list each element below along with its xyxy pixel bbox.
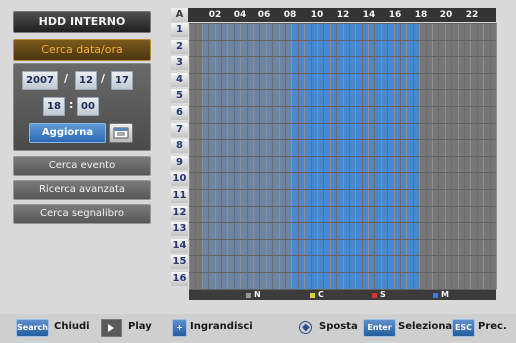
previous-label[interactable]: Prec. xyxy=(478,319,507,335)
row-label[interactable]: 1 xyxy=(171,23,188,37)
camera-group-label: A xyxy=(171,8,188,22)
grid-horizontal-line xyxy=(189,89,496,91)
timeline-grid-area[interactable] xyxy=(189,23,497,290)
move-icon xyxy=(299,321,312,334)
play-label[interactable]: Play xyxy=(128,319,152,335)
hour-label: 14 xyxy=(362,10,376,20)
legend-n-color xyxy=(246,292,251,298)
date-separator: / xyxy=(101,72,106,85)
minute-field[interactable]: 00 xyxy=(77,97,99,116)
close-label[interactable]: Chiudi xyxy=(54,319,90,335)
grid-horizontal-line xyxy=(189,56,496,58)
legend-c-color xyxy=(310,292,315,298)
hour-label: 02 xyxy=(208,10,222,20)
legend-s-color xyxy=(372,292,377,298)
hour-label: 22 xyxy=(465,10,479,20)
bottom-command-bar: Search Chiudi Play + Ingrandisci Sposta … xyxy=(0,314,516,343)
legend-m-color xyxy=(433,292,438,298)
grid-horizontal-line xyxy=(189,255,496,257)
row-label[interactable]: 3 xyxy=(171,56,188,71)
hour-label: 04 xyxy=(233,10,247,20)
legend-bar: N C S M xyxy=(189,290,496,300)
move-label: Sposta xyxy=(319,321,358,332)
grid-horizontal-line xyxy=(189,238,496,240)
update-button[interactable]: Aggiorna xyxy=(29,123,106,143)
year-field[interactable]: 2007 xyxy=(22,71,58,90)
grid-horizontal-line xyxy=(189,155,496,157)
search-key-badge[interactable]: Search xyxy=(16,319,49,337)
row-label[interactable]: 8 xyxy=(171,139,188,154)
search-event-button[interactable]: Cerca evento xyxy=(13,156,151,176)
month-field[interactable]: 12 xyxy=(75,71,97,90)
row-label[interactable]: 10 xyxy=(171,172,188,187)
row-label[interactable]: 4 xyxy=(171,72,188,87)
search-date-time-title: Cerca data/ora xyxy=(13,39,151,61)
calendar-icon-graphic xyxy=(113,127,129,139)
row-label[interactable]: 11 xyxy=(171,189,188,203)
legend-n-label: N xyxy=(254,290,261,299)
zoom-label[interactable]: Ingrandisci xyxy=(190,319,253,335)
hour-label: 12 xyxy=(336,10,350,20)
grid-horizontal-line xyxy=(189,205,496,207)
grid-horizontal-line xyxy=(189,39,496,41)
grid-horizontal-line xyxy=(189,72,496,74)
grid-horizontal-line xyxy=(189,139,496,141)
day-field[interactable]: 17 xyxy=(111,71,133,90)
legend-n: N xyxy=(246,290,261,300)
date-time-box: 2007 / 12 / 17 18 : 00 Aggiorna xyxy=(13,63,151,151)
grid-vertical-line xyxy=(496,23,497,289)
time-separator: : xyxy=(69,98,74,111)
recording-timeline-grid: A 02 04 06 08 10 12 14 16 18 20 22 1 2 3 4 5 6 7 8 9 10 11 12… xyxy=(171,8,497,300)
esc-key-badge[interactable]: ESC xyxy=(452,319,475,337)
grid-horizontal-line xyxy=(189,222,496,224)
advanced-search-button[interactable]: Ricerca avanzata xyxy=(13,180,151,200)
grid-horizontal-line xyxy=(189,172,496,174)
row-label[interactable]: 14 xyxy=(171,238,188,253)
play-icon[interactable] xyxy=(101,319,122,337)
hour-label: 18 xyxy=(414,10,428,20)
legend-c: C xyxy=(310,290,324,300)
row-label[interactable]: 13 xyxy=(171,222,188,237)
legend-m: M xyxy=(433,290,449,300)
row-label[interactable]: 5 xyxy=(171,89,188,104)
left-panel: HDD INTERNO Cerca data/ora 2007 / 12 / 1… xyxy=(10,5,156,305)
date-separator: / xyxy=(64,72,69,85)
legend-c-label: C xyxy=(318,290,324,299)
legend-s: S xyxy=(372,290,386,300)
hour-label: 06 xyxy=(257,10,271,20)
row-label[interactable]: 15 xyxy=(171,255,188,270)
enter-key-badge[interactable]: Enter xyxy=(363,319,396,337)
legend-s-label: S xyxy=(380,290,386,299)
grid-horizontal-line xyxy=(189,272,496,273)
hdd-source-title: HDD INTERNO xyxy=(13,11,151,33)
row-label[interactable]: 16 xyxy=(171,272,188,286)
grid-horizontal-line xyxy=(189,106,496,107)
grid-horizontal-line xyxy=(189,122,496,124)
row-label[interactable]: 12 xyxy=(171,205,188,220)
hour-label: 10 xyxy=(310,10,324,20)
plus-key-badge[interactable]: + xyxy=(172,319,187,337)
select-label[interactable]: Seleziona xyxy=(398,319,452,335)
grid-horizontal-line xyxy=(189,23,496,24)
calendar-icon[interactable] xyxy=(109,123,133,143)
hour-label: 08 xyxy=(283,10,297,20)
bookmark-search-button[interactable]: Cerca segnalibro xyxy=(13,204,151,224)
row-label[interactable]: 9 xyxy=(171,155,188,170)
row-label[interactable]: 6 xyxy=(171,106,188,120)
hour-label: 16 xyxy=(388,10,402,20)
grid-horizontal-line xyxy=(189,189,496,190)
hour-label: 20 xyxy=(439,10,453,20)
row-label[interactable]: 2 xyxy=(171,39,188,54)
row-label[interactable]: 7 xyxy=(171,122,188,137)
hour-field[interactable]: 18 xyxy=(43,97,65,116)
legend-m-label: M xyxy=(441,290,449,299)
